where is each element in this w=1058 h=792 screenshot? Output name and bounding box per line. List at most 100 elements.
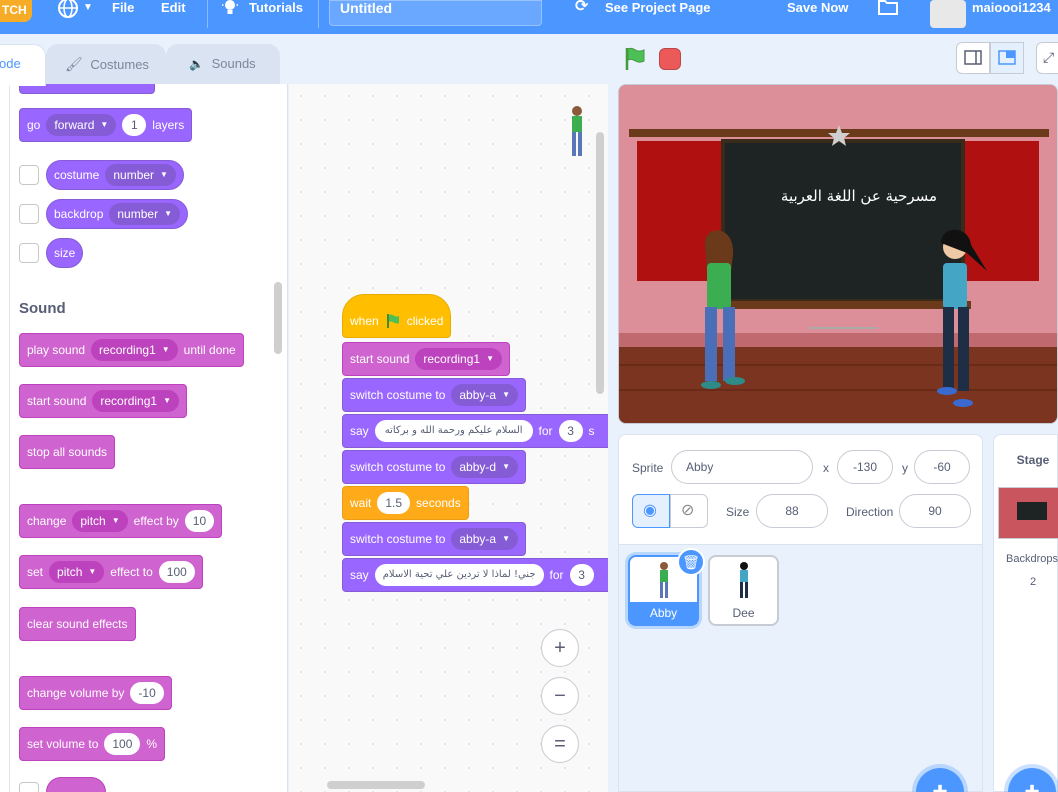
zoom-out-button[interactable]: − [541, 677, 579, 715]
palette-scrollbar[interactable] [274, 282, 282, 354]
effect-amount-input[interactable]: 10 [184, 510, 215, 532]
size-input[interactable]: 88 [756, 494, 828, 528]
start-sound-block[interactable]: start sound recording1 ▼ [342, 342, 510, 376]
say-for-secs-block[interactable]: say السلام عليكم ورحمة الله و بركاته for… [342, 414, 608, 448]
sound-dropdown[interactable]: recording1 ▼ [92, 390, 179, 412]
save-now-button[interactable]: Save Now [787, 0, 848, 18]
tutorials-menu[interactable]: Tutorials [221, 0, 311, 18]
effect-dropdown[interactable]: pitch ▼ [49, 561, 105, 583]
direction-input[interactable]: 90 [899, 494, 971, 528]
stage-selector[interactable]: Stage Backdrops 2 [993, 434, 1058, 792]
tab-sounds[interactable]: 🔈 Sounds [166, 44, 280, 84]
layers-number-input[interactable]: 1 [122, 114, 147, 136]
costume-dropdown[interactable]: abby-d ▼ [451, 456, 518, 478]
costume-dropdown[interactable]: number ▼ [105, 164, 176, 186]
volume-value-input[interactable]: 100 [104, 733, 141, 755]
say-seconds-input[interactable]: 3 [558, 420, 583, 442]
delete-sprite-button[interactable]: 🗑 [677, 548, 705, 576]
stage-canvas[interactable]: مسرحية عن اللغة العربية [618, 84, 1058, 424]
sound-dropdown[interactable]: recording1 ▼ [415, 348, 502, 370]
see-project-button[interactable]: ⟳ See Project Page [561, 0, 721, 24]
say-for-secs-block[interactable]: say جني! لماذا لا تردين علي تحية الاسلام… [342, 558, 608, 592]
block-text: for [538, 424, 553, 438]
sprite-pane: Sprite Abby x -130 y -60 ◉ ⊘ Size 88 Dir… [618, 434, 983, 792]
small-stage-button[interactable] [956, 42, 990, 74]
clear-sound-effects-block[interactable]: clear sound effects [19, 607, 136, 641]
tab-code[interactable]: ode [0, 44, 46, 86]
script-vertical-scrollbar[interactable] [596, 132, 604, 394]
backdrop-dropdown[interactable]: number ▼ [109, 203, 180, 225]
green-flag-button[interactable] [622, 46, 648, 72]
normal-stage-button[interactable] [990, 42, 1024, 74]
wait-seconds-input[interactable]: 1.5 [377, 492, 411, 514]
size-checkbox[interactable] [19, 243, 39, 263]
go-layers-block[interactable]: go forward ▼ 1 layers [19, 108, 193, 142]
avatar[interactable] [930, 0, 966, 28]
backdrop-reporter[interactable]: backdrop number ▼ [46, 199, 188, 229]
file-menu[interactable]: File [112, 0, 134, 18]
costume-checkbox[interactable] [19, 165, 39, 185]
chevron-down-icon: ▼ [88, 567, 97, 576]
script-area[interactable]: when clicked start sound recording1 ▼ swi… [289, 84, 608, 792]
zoom-in-button[interactable]: + [541, 629, 579, 667]
project-title-input[interactable]: Untitled [329, 0, 542, 26]
layer-direction-dropdown[interactable]: forward ▼ [46, 114, 117, 136]
change-volume-block[interactable]: change volume by -10 [19, 676, 172, 710]
volume-checkbox[interactable] [19, 782, 39, 792]
set-volume-block[interactable]: set volume to 100 % [19, 727, 166, 761]
size-reporter[interactable]: size [46, 238, 84, 268]
sprite-name-input[interactable]: Abby [671, 450, 813, 484]
scratch-logo[interactable]: TCH [0, 0, 32, 22]
username-label[interactable]: maioooi1234 [972, 0, 1051, 18]
costume-dropdown[interactable]: abby-a ▼ [451, 528, 518, 550]
dropdown-value: number [117, 207, 159, 221]
play-sound-until-done-block[interactable]: play sound recording1 ▼ until done [19, 333, 244, 367]
sprite-tile-dee[interactable]: Dee [708, 555, 779, 626]
set-effect-block[interactable]: set pitch ▼ effect to 100 [19, 555, 203, 589]
language-menu[interactable]: ▼ [57, 0, 97, 18]
wait-block[interactable]: wait 1.5 seconds [342, 486, 469, 520]
chevron-down-icon: ▼ [163, 396, 171, 405]
zoom-reset-button[interactable]: = [541, 725, 579, 763]
volume-change-input[interactable]: -10 [130, 682, 164, 704]
backdrop-checkbox[interactable] [19, 204, 39, 224]
volume-reporter-partial[interactable] [46, 777, 106, 792]
edit-menu[interactable]: Edit [161, 0, 186, 18]
when-flag-clicked-hat[interactable]: when clicked [342, 294, 452, 338]
y-input[interactable]: -60 [914, 450, 970, 484]
x-input[interactable]: -130 [837, 450, 893, 484]
effect-value-input[interactable]: 100 [158, 561, 195, 583]
say-seconds-input[interactable]: 3 [569, 564, 594, 586]
speaker-icon: 🔈 [189, 57, 204, 71]
start-sound-block[interactable]: start sound recording1 ▼ [19, 384, 187, 418]
switch-costume-block[interactable]: switch costume to abby-a ▼ [342, 378, 526, 412]
tab-costumes[interactable]: 🖌 Costumes [46, 44, 166, 84]
block-text: until done [183, 343, 236, 357]
fullscreen-button[interactable]: ⤢ [1036, 42, 1058, 74]
switch-costume-block[interactable]: switch costume to abby-d ▼ [342, 450, 526, 484]
chevron-down-icon: ▼ [502, 462, 510, 471]
block-text: play sound [27, 343, 86, 357]
change-effect-block[interactable]: change pitch ▼ effect by 10 [19, 504, 223, 538]
switch-costume-block[interactable]: switch costume to abby-a ▼ [342, 522, 526, 556]
my-stuff-button[interactable] [877, 0, 901, 18]
effect-dropdown[interactable]: pitch ▼ [72, 510, 128, 532]
script-horizontal-scrollbar[interactable] [327, 781, 425, 789]
costume-reporter[interactable]: costume number ▼ [46, 160, 184, 190]
costume-dropdown[interactable]: abby-a ▼ [451, 384, 518, 406]
show-sprite-button[interactable]: ◉ [632, 494, 670, 528]
stop-button[interactable] [659, 48, 681, 70]
block-text: say [350, 424, 369, 438]
hide-sprite-button[interactable]: ⊘ [670, 494, 708, 528]
block-text: start sound [350, 352, 410, 366]
chevron-down-icon: ▼ [502, 390, 510, 399]
sound-dropdown[interactable]: recording1 ▼ [91, 339, 178, 361]
block-text: backdrop [54, 207, 104, 221]
say-text-input[interactable]: السلام عليكم ورحمة الله و بركاته [374, 420, 533, 442]
dropdown-value: abby-a [459, 532, 497, 546]
say-text-input[interactable]: جني! لماذا لا تردين علي تحية الاسلام [374, 564, 544, 586]
menu-divider [318, 0, 319, 28]
y-label: y [902, 461, 908, 475]
tab-code-label: ode [0, 56, 21, 71]
stop-all-sounds-block[interactable]: stop all sounds [19, 435, 116, 469]
